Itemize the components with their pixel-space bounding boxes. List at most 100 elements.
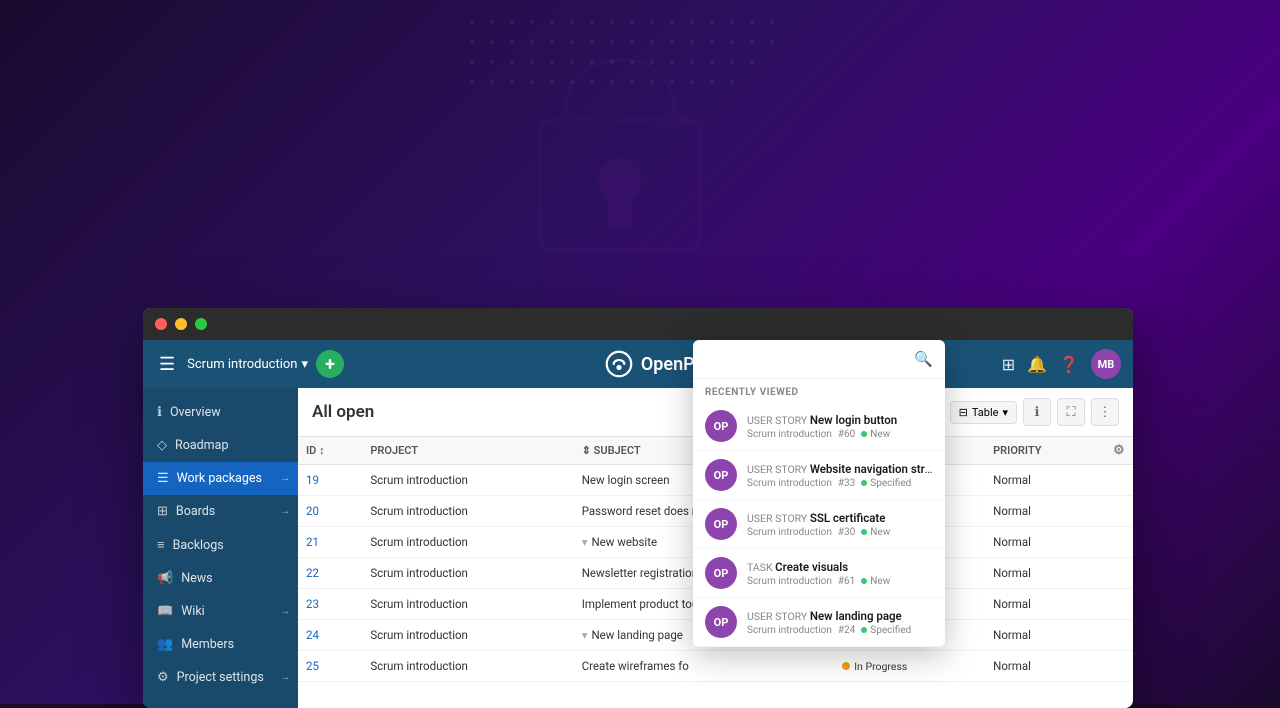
search-overlay: 🔍 RECENTLY VIEWED OP USER STORY New logi…: [693, 340, 945, 647]
sidebar-item-wiki[interactable]: 📖 Wiki →: [143, 595, 298, 628]
recent-item-name: New landing page: [810, 609, 902, 623]
sidebar-item-label: Work packages: [177, 471, 262, 486]
window-close-dot[interactable]: [155, 318, 167, 330]
table-row[interactable]: 25 Scrum introduction Create wireframes …: [298, 651, 1133, 682]
recent-item-type: USER STORY: [747, 610, 810, 623]
recent-issue-num: #61: [838, 576, 855, 587]
id-link[interactable]: 21: [306, 535, 319, 549]
row-settings: [1105, 589, 1133, 620]
recent-item-info: TASK Create visuals Scrum introduction #…: [747, 560, 933, 587]
project-selector[interactable]: Scrum introduction ▾: [187, 357, 308, 372]
id-link[interactable]: 23: [306, 597, 319, 611]
sidebar-item-news[interactable]: 📢 News: [143, 562, 298, 595]
recent-item-title: USER STORY SSL certificate: [747, 511, 933, 525]
row-priority: Normal: [985, 589, 1105, 620]
recent-item-name: Create visuals: [775, 560, 848, 574]
grid-icon[interactable]: ⊞: [1002, 355, 1015, 374]
recent-item[interactable]: OP USER STORY New landing page Scrum int…: [693, 598, 945, 647]
row-project: Scrum introduction: [362, 589, 573, 620]
hamburger-button[interactable]: ☰: [155, 350, 179, 379]
row-settings: [1105, 651, 1133, 682]
sidebar-item-label: Backlogs: [173, 538, 224, 553]
sidebar-item-label: Project settings: [177, 670, 264, 685]
id-link[interactable]: 24: [306, 628, 319, 642]
table-label: Table: [972, 406, 999, 419]
table-view-button[interactable]: ⊟ Table ▾: [950, 401, 1017, 424]
id-link[interactable]: 25: [306, 659, 319, 673]
sidebar-item-label: Wiki: [181, 604, 205, 619]
row-id: 19: [298, 465, 362, 496]
toolbar-right: ⊟ Table ▾ ℹ ⛶ ⋮: [950, 398, 1119, 426]
sidebar-item-project-settings[interactable]: ⚙ Project settings →: [143, 661, 298, 694]
top-nav: ☰ Scrum introduction ▾ + OpenProject ⊞ 🔔…: [143, 340, 1133, 388]
recent-item-avatar: OP: [705, 459, 737, 491]
recent-issue-num: #60: [838, 429, 855, 440]
settings-icon: ⚙: [157, 670, 169, 685]
recent-item[interactable]: OP USER STORY Website navigation stru...…: [693, 451, 945, 500]
arrow-icon: →: [280, 672, 290, 683]
help-icon[interactable]: ❓: [1059, 355, 1079, 374]
window-maximize-dot[interactable]: [195, 318, 207, 330]
more-options-button[interactable]: ⋮: [1091, 398, 1119, 426]
id-link[interactable]: 22: [306, 566, 319, 580]
id-link[interactable]: 19: [306, 473, 319, 487]
col-project[interactable]: PROJECT: [362, 437, 573, 465]
nav-icons: ⊞ 🔔 ❓ MB: [1002, 349, 1121, 379]
sidebar-item-boards[interactable]: ⊞ Boards →: [143, 495, 298, 528]
arrow-icon: →: [280, 506, 290, 517]
row-id: 20: [298, 496, 362, 527]
recent-status: New: [861, 429, 890, 440]
sidebar-item-work-packages[interactable]: ☰ Work packages →: [143, 462, 298, 495]
search-icon[interactable]: 🔍: [914, 350, 933, 368]
recent-project: Scrum introduction: [747, 527, 832, 538]
row-settings: [1105, 527, 1133, 558]
recent-item[interactable]: OP USER STORY New login button Scrum int…: [693, 402, 945, 451]
col-id[interactable]: ID ↕: [298, 437, 362, 465]
search-input[interactable]: [705, 352, 914, 367]
recent-item[interactable]: OP TASK Create visuals Scrum introductio…: [693, 549, 945, 598]
row-project: Scrum introduction: [362, 651, 573, 682]
row-settings: [1105, 558, 1133, 589]
row-subject: Create wireframes fo: [574, 651, 835, 682]
row-priority: Normal: [985, 465, 1105, 496]
content-area: ℹ Overview ◇ Roadmap ☰ Work packages → ⊞…: [143, 388, 1133, 708]
recent-issue-num: #33: [838, 478, 855, 489]
window-minimize-dot[interactable]: [175, 318, 187, 330]
recent-status-dot: [861, 480, 867, 486]
sidebar-item-backlogs[interactable]: ≡ Backlogs: [143, 528, 298, 562]
recent-issue-num: #24: [838, 625, 855, 636]
id-link[interactable]: 20: [306, 504, 319, 518]
row-priority: Normal: [985, 527, 1105, 558]
recent-item-avatar: OP: [705, 606, 737, 638]
recent-item-type: TASK: [747, 561, 775, 574]
recent-item-name: Website navigation stru...: [810, 462, 933, 476]
recent-item-avatar: OP: [705, 557, 737, 589]
fullscreen-button[interactable]: ⛶: [1057, 398, 1085, 426]
bell-icon[interactable]: 🔔: [1027, 355, 1047, 374]
status-badge: In Progress: [842, 660, 907, 673]
row-priority: Normal: [985, 651, 1105, 682]
user-avatar[interactable]: MB: [1091, 349, 1121, 379]
sidebar-item-label: Roadmap: [175, 438, 228, 453]
recent-item-info: USER STORY New landing page Scrum introd…: [747, 609, 933, 636]
openproject-logo-icon: [605, 350, 633, 378]
row-id: 25: [298, 651, 362, 682]
recent-item[interactable]: OP USER STORY SSL certificate Scrum intr…: [693, 500, 945, 549]
row-id: 22: [298, 558, 362, 589]
app-window: ☰ Scrum introduction ▾ + OpenProject ⊞ 🔔…: [143, 308, 1133, 708]
recent-status-dot: [861, 529, 867, 535]
sidebar-item-overview[interactable]: ℹ Overview: [143, 396, 298, 429]
sidebar-item-roadmap[interactable]: ◇ Roadmap: [143, 429, 298, 462]
col-priority[interactable]: PRIORITY: [985, 437, 1105, 465]
sidebar-item-members[interactable]: 👥 Members: [143, 628, 298, 661]
add-button[interactable]: +: [316, 350, 344, 378]
arrow-icon: →: [280, 473, 290, 484]
recent-item-meta: Scrum introduction #30 New: [747, 527, 933, 538]
row-priority: Normal: [985, 496, 1105, 527]
title-bar: [143, 308, 1133, 340]
col-settings[interactable]: ⚙: [1105, 437, 1133, 465]
info-button[interactable]: ℹ: [1023, 398, 1051, 426]
recent-item-name: SSL certificate: [810, 511, 886, 525]
row-project: Scrum introduction: [362, 496, 573, 527]
recent-item-meta: Scrum introduction #61 New: [747, 576, 933, 587]
